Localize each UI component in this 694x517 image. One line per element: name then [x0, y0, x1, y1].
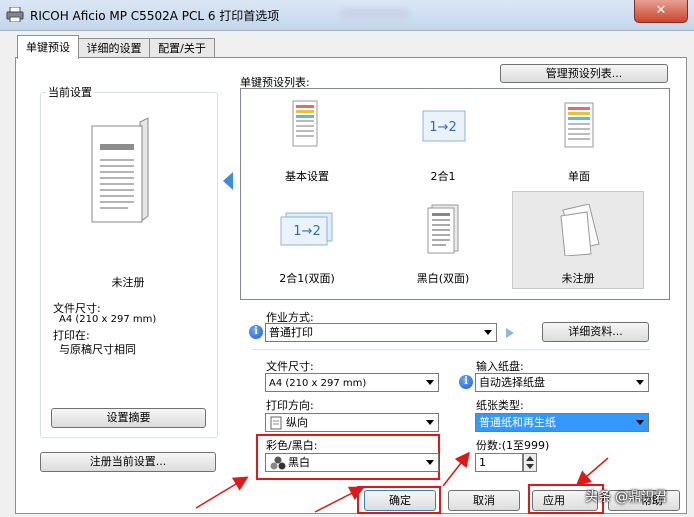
document-preview-icon: [91, 117, 149, 223]
current-settings-label: 当前设置: [46, 84, 94, 100]
register-current-settings-button[interactable]: 注册当前设置...: [40, 452, 216, 472]
input-tray-value: 自动选择纸盘: [479, 376, 545, 389]
doc-size-select-value: A4 (210 x 297 mm): [269, 378, 367, 389]
preset-bw-duplex[interactable]: 黑白(双面): [398, 198, 488, 286]
doc-size-select-label: 文件尺寸:: [266, 360, 314, 373]
tab-config-about[interactable]: 配置/关于: [149, 38, 215, 58]
paper-type-value: 普通纸和再生纸: [479, 416, 556, 429]
info-icon: i: [249, 325, 263, 339]
copies-input[interactable]: 1: [475, 453, 523, 472]
two-in-one-glyph: 1→2: [429, 120, 457, 135]
copies-value: 1: [479, 456, 486, 469]
color-mode-value: 黑白: [288, 456, 310, 469]
watermark: 头条 @鼎识君: [585, 490, 668, 505]
ok-button[interactable]: 确定: [364, 490, 436, 511]
paper-type-label: 纸张类型:: [476, 399, 524, 412]
chevron-down-icon: [484, 330, 492, 335]
tab-one-touch-preset[interactable]: 单键预设: [17, 35, 79, 59]
separator: [252, 349, 650, 350]
chevron-down-icon: [426, 460, 434, 465]
tab-detailed-settings[interactable]: 详细的设置: [78, 38, 150, 58]
play-arrow-icon: [506, 328, 514, 338]
doc-size-select[interactable]: A4 (210 x 297 mm): [265, 373, 439, 392]
preset-label: 黑白(双面): [416, 272, 470, 285]
preset-label: 2合1: [430, 170, 456, 183]
preset-label: 基本设置: [285, 170, 329, 183]
job-method-value: 普通打印: [269, 326, 313, 339]
doc-size-value: A4 (210 x 297 mm): [59, 314, 157, 325]
input-tray-select[interactable]: 自动选择纸盘: [475, 373, 649, 392]
preset-2in1[interactable]: 1→2 2合1: [398, 96, 488, 186]
color-document-icon: [564, 102, 594, 148]
print-on-value: 与原稿尺寸相同: [59, 343, 136, 356]
preset-label: 2合1(双面): [279, 272, 335, 285]
spin-down-icon[interactable]: [526, 464, 534, 469]
preset-unregistered[interactable]: 未注册: [512, 191, 644, 289]
color-document-icon: [292, 100, 318, 147]
preset-label: 未注册: [561, 272, 595, 285]
blurred-region: [340, 8, 410, 20]
chevron-down-icon: [636, 380, 644, 385]
orientation-value: 纵向: [286, 416, 308, 429]
preset-single-sided[interactable]: 单面: [534, 96, 624, 186]
orientation-select[interactable]: 纵向: [265, 413, 439, 432]
current-preset-name: 未注册: [111, 276, 145, 289]
close-button[interactable]: ✕: [634, 0, 688, 23]
bw-drops-icon: [270, 456, 286, 470]
spin-up-icon[interactable]: [526, 456, 534, 461]
chevron-down-icon: [426, 420, 434, 425]
chevron-down-icon: [636, 420, 644, 425]
details-button[interactable]: 详细资料...: [542, 322, 649, 342]
input-tray-label: 输入纸盘:: [476, 360, 524, 373]
cancel-button[interactable]: 取消: [448, 490, 520, 511]
orientation-label: 打印方向:: [266, 399, 314, 412]
portrait-page-icon: [270, 416, 282, 430]
preset-basic[interactable]: 基本设置: [262, 96, 352, 186]
chevron-down-icon: [426, 380, 434, 385]
printer-icon: [6, 7, 24, 22]
window-title: RICOH Aficio MP C5502A PCL 6 打印首选项: [30, 9, 280, 23]
paper-type-select[interactable]: 普通纸和再生纸: [475, 413, 649, 432]
collapse-arrow-icon[interactable]: [222, 172, 234, 190]
copies-spinner[interactable]: [523, 453, 537, 472]
blank-pages-icon: [560, 204, 600, 256]
preset-2in1-duplex[interactable]: 1→2 2合1(双面): [262, 198, 352, 286]
copies-label: 份数:(1至999): [476, 439, 550, 452]
two-in-one-glyph: 1→2: [293, 224, 321, 239]
job-method-select[interactable]: 普通打印: [265, 323, 497, 342]
bw-document-icon: [427, 204, 459, 254]
preset-label: 单面: [568, 170, 590, 183]
color-mode-select[interactable]: 黑白: [265, 453, 439, 472]
manage-presets-button[interactable]: 管理预设列表...: [500, 64, 668, 83]
color-mode-label: 彩色/黑白:: [266, 439, 318, 452]
info-icon: i: [459, 375, 473, 389]
settings-summary-button[interactable]: 设置摘要: [51, 408, 206, 428]
